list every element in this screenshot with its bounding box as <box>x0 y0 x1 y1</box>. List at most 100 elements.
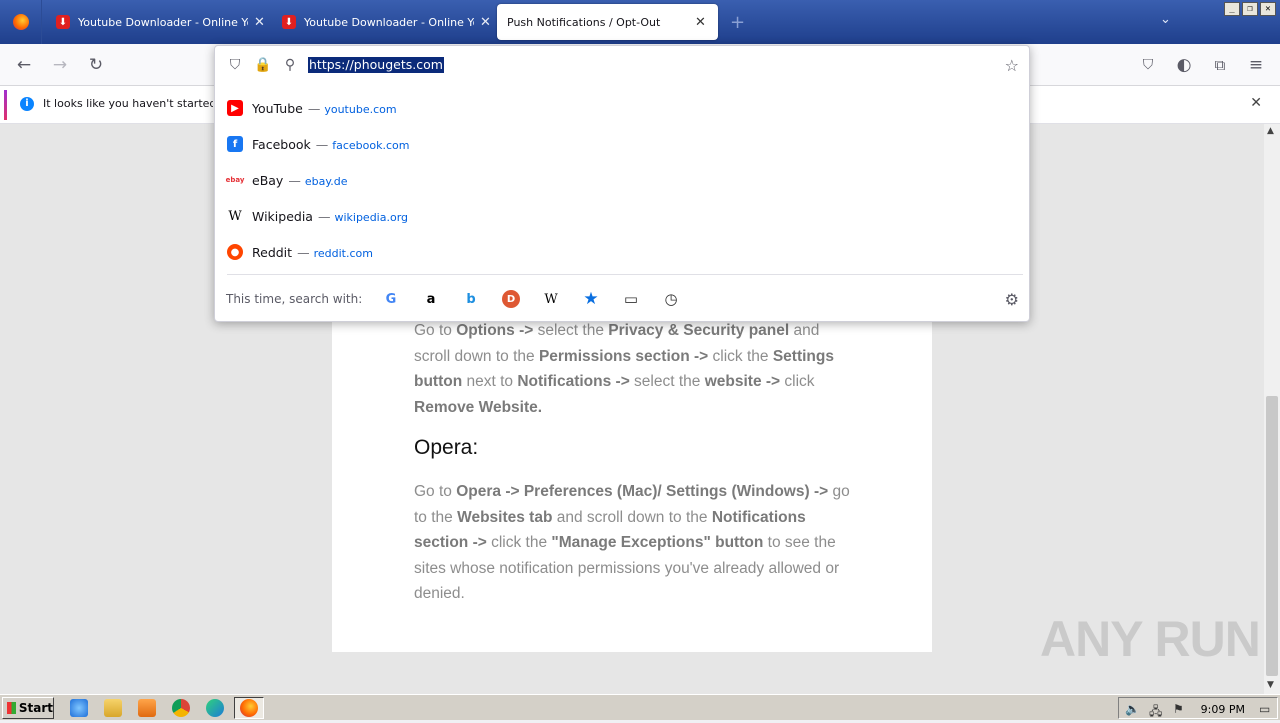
history-clock-icon[interactable]: ◷ <box>662 290 680 308</box>
tab-youtube-downloader-2[interactable]: ⬇ Youtube Downloader - Online Youtube Vi… <box>272 4 501 40</box>
taskbar-firefox-button[interactable] <box>234 697 264 719</box>
search-with-label: This time, search with: <box>226 292 363 306</box>
close-window-button[interactable]: ✕ <box>1260 2 1276 16</box>
back-arrow-icon[interactable]: ← <box>11 52 37 78</box>
notification-accent <box>4 90 7 120</box>
text-bold: "Manage Exceptions" button <box>551 534 764 551</box>
suggestion-ebay[interactable]: ebay eBay — ebay.de <box>215 162 1029 198</box>
text-bold: website -> <box>704 373 781 390</box>
system-tray: 🔈 🖧 ⚑ 9:09 PM ▭ <box>1118 697 1278 719</box>
scrollbar-thumb[interactable] <box>1266 396 1278 676</box>
flag-icon[interactable]: ⚑ <box>1173 702 1184 716</box>
text-bold: Opera -> Preferences (Mac)/ Settings (Wi… <box>456 483 829 500</box>
suggestion-text: YouTube — youtube.com <box>252 101 397 116</box>
folder-icon[interactable] <box>104 699 122 717</box>
forward-arrow-icon[interactable]: → <box>47 52 73 78</box>
menu-icon[interactable]: ≡ <box>1243 52 1269 78</box>
google-icon[interactable]: G <box>382 290 400 308</box>
start-label: Start <box>18 701 53 715</box>
lock-icon[interactable]: 🔒 <box>254 57 271 73</box>
page-scrollbar[interactable]: ▲ ▼ <box>1264 124 1280 694</box>
tab-bar: ⬇ Youtube Downloader - Online Youtube Vi… <box>0 0 1280 44</box>
facebook-icon: f <box>227 136 243 152</box>
text-run: Go to <box>414 483 457 500</box>
bookmark-star-icon[interactable]: ☆ <box>1005 56 1019 75</box>
suggestion-wikipedia[interactable]: W Wikipedia — wikipedia.org <box>215 198 1029 234</box>
text-bold: Privacy & Security panel <box>608 322 790 339</box>
download-favicon-icon: ⬇ <box>56 15 70 29</box>
contrast-icon[interactable]: ◐ <box>1171 52 1197 78</box>
close-icon[interactable]: ✕ <box>1250 95 1262 111</box>
windows-logo-icon <box>7 702 16 714</box>
internet-explorer-icon[interactable] <box>70 699 88 717</box>
tab-close-icon[interactable]: ✕ <box>254 15 265 30</box>
tab-title: Youtube Downloader - Online Youtube Vide… <box>304 15 474 29</box>
text-run: next to <box>462 373 518 390</box>
suggestion-name: Reddit <box>252 245 293 260</box>
urlbar[interactable]: ⛉ 🔒 ⚲ https://phougets.com ☆ <box>215 46 1029 84</box>
restore-button[interactable]: ❐ <box>1242 2 1258 16</box>
permissions-icon[interactable]: ⚲ <box>282 57 298 73</box>
tab-push-notifications[interactable]: Push Notifications / Opt-Out ✕ <box>497 4 718 40</box>
reload-icon[interactable]: ↻ <box>83 52 109 78</box>
suggestion-facebook[interactable]: f Facebook — facebook.com <box>215 126 1029 162</box>
text-run: and scroll down to the <box>552 508 712 526</box>
download-favicon-icon: ⬇ <box>282 15 296 29</box>
show-desktop-icon[interactable]: ▭ <box>1259 702 1270 716</box>
bing-icon[interactable]: b <box>462 290 480 308</box>
gear-icon[interactable]: ⚙ <box>1005 290 1019 309</box>
suggestion-text: Reddit — reddit.com <box>252 245 373 260</box>
text-bold: Remove Website. <box>414 398 543 416</box>
separator: — <box>297 245 310 260</box>
scroll-down-icon[interactable]: ▼ <box>1267 680 1274 690</box>
wikipedia-icon[interactable]: W <box>542 290 560 308</box>
tab-title: Push Notifications / Opt-Out <box>507 15 661 29</box>
separator: — <box>307 101 321 116</box>
suggestion-name: YouTube <box>252 101 303 116</box>
suggestion-text: eBay — ebay.de <box>252 173 348 188</box>
suggestion-reddit[interactable]: ● Reddit — reddit.com <box>215 234 1029 270</box>
tab-close-icon[interactable]: ✕ <box>480 15 491 30</box>
extensions-icon[interactable]: ⧉ <box>1207 52 1233 78</box>
tab-close-icon[interactable]: ✕ <box>695 15 706 30</box>
duckduckgo-icon[interactable]: D <box>502 290 520 308</box>
opera-heading: Opera: <box>414 436 479 459</box>
chrome-icon[interactable] <box>172 699 190 717</box>
watermark-logo: ANY RUN <box>1040 611 1261 667</box>
text-run: select the <box>629 373 705 390</box>
suggestion-text: Facebook — facebook.com <box>252 137 409 152</box>
new-tab-icon[interactable]: + <box>730 12 745 33</box>
suggestion-youtube[interactable]: ▶ YouTube — youtube.com <box>215 90 1029 126</box>
media-player-icon[interactable] <box>138 699 156 717</box>
suggestion-name: Wikipedia <box>252 209 313 224</box>
text-run: select the <box>533 322 609 339</box>
window-controls: _ ❐ ✕ <box>1224 2 1276 16</box>
ebay-icon: ebay <box>225 176 245 184</box>
suggestion-name: eBay <box>252 173 284 188</box>
start-button[interactable]: Start <box>2 697 54 719</box>
notification-message: It looks like you haven't started Firefo… <box>43 97 213 110</box>
volume-icon[interactable]: 🔈 <box>1125 702 1140 716</box>
text-run: click <box>780 373 815 390</box>
suggestion-text: Wikipedia — wikipedia.org <box>252 209 408 224</box>
amazon-icon[interactable]: a <box>422 290 440 308</box>
tabs-icon[interactable]: ▭ <box>622 290 640 308</box>
info-icon: i <box>20 97 34 111</box>
firefox-view-button[interactable] <box>0 0 42 44</box>
text-bold: Options -> <box>456 322 534 339</box>
pocket-icon[interactable]: ⛉ <box>1135 52 1161 78</box>
scroll-up-icon[interactable]: ▲ <box>1267 126 1274 136</box>
firefox-icon <box>240 699 258 717</box>
minimize-button[interactable]: _ <box>1224 2 1240 16</box>
edge-icon[interactable] <box>206 699 224 717</box>
bookmarks-star-icon[interactable]: ★ <box>582 289 600 309</box>
firefox-icon <box>12 14 29 30</box>
chevron-down-icon[interactable]: ⌄ <box>1160 12 1171 27</box>
tab-youtube-downloader-1[interactable]: ⬇ Youtube Downloader - Online Youtube Vi… <box>46 4 275 40</box>
suggestion-host: wikipedia.org <box>334 211 409 224</box>
url-input[interactable]: https://phougets.com <box>308 57 444 73</box>
shield-icon[interactable]: ⛉ <box>227 57 243 73</box>
suggestion-host: youtube.com <box>324 103 397 116</box>
tab-title: Youtube Downloader - Online Youtube Vide… <box>78 15 248 29</box>
suggestion-host: reddit.com <box>313 247 373 260</box>
